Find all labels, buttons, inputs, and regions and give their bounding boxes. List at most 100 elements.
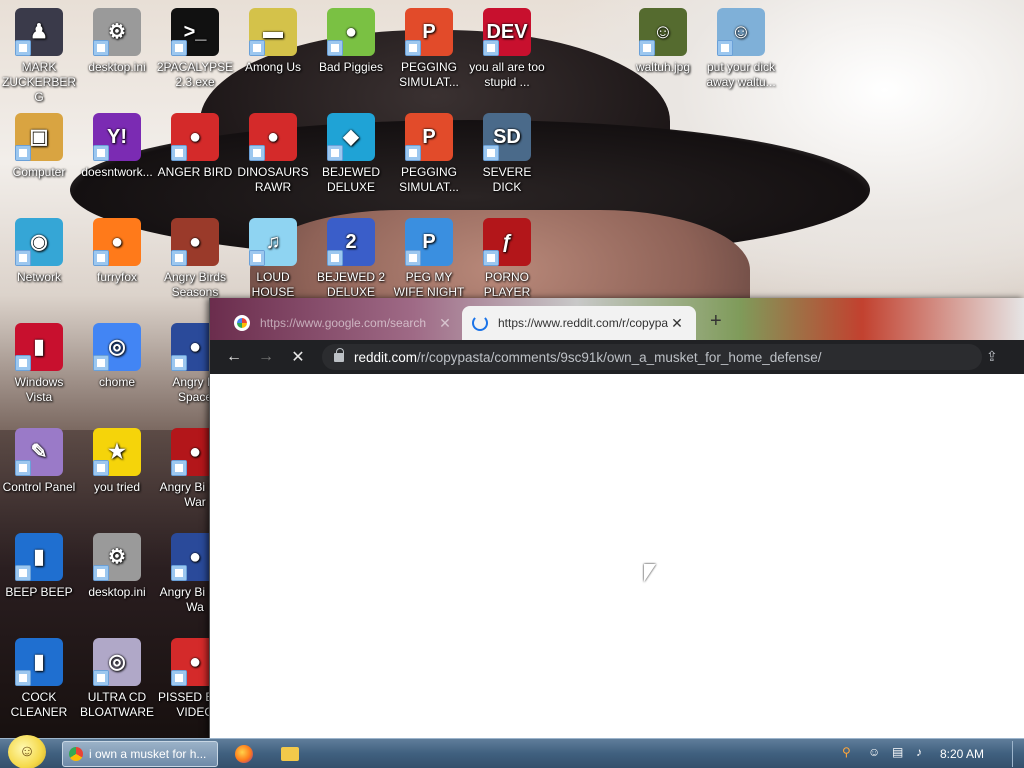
browser-toolbar: ← → ✕ reddit.com /r/copypasta/comments/9… <box>210 340 1024 374</box>
stop-loading-icon[interactable]: ✕ <box>282 341 314 373</box>
desktop-icon[interactable]: ★ you tried <box>78 428 156 495</box>
desktop-icon[interactable]: ◉ Network <box>0 218 78 285</box>
flash-icon: ƒ <box>483 218 531 266</box>
game-icon: ▬ <box>249 8 297 56</box>
back-arrow-icon[interactable]: ← <box>218 341 250 373</box>
desktop-icon-label: COCK CLEANER <box>10 690 68 719</box>
photo-icon: ☺ <box>639 8 687 56</box>
desktop-icon[interactable]: ♫ LOUD HOUSE <box>234 218 312 300</box>
desktop-icon-label: Among Us <box>244 60 302 74</box>
chrome-icon: ◎ <box>93 323 141 371</box>
network-tray-icon[interactable]: ▤ <box>892 745 903 759</box>
desktop-icon[interactable]: ⚙ desktop.ini <box>78 533 156 600</box>
forward-arrow-icon[interactable]: → <box>250 341 282 373</box>
desktop-icon-label: SEVERE DICK <box>482 165 532 194</box>
desktop-icon-label: MARK ZUCKERBERG <box>1 60 76 104</box>
tab-title: https://www.google.com/search <box>260 316 427 330</box>
firefox-icon <box>235 745 253 763</box>
desktop-icon[interactable]: ✎ Control Panel <box>0 428 78 495</box>
desktop-icon-label: Network <box>16 270 61 284</box>
desktop-icon[interactable]: ● DINOSAURS RAWR <box>234 113 312 195</box>
desktop-icon[interactable]: ☺ waltuh.jpg <box>624 8 702 75</box>
desktop-icon[interactable]: ♟ MARK ZUCKERBERG <box>0 8 78 105</box>
desktop-icon-label: chome <box>98 375 136 389</box>
desktop-icon-label: PEGGING SIMULAT... <box>399 165 459 194</box>
tab-google-search[interactable]: https://www.google.com/search ✕ <box>224 306 464 340</box>
google-favicon-icon <box>234 315 250 331</box>
desktop-icon[interactable]: P PEG MY WIFE NIGHT <box>390 218 468 300</box>
computer-icon: ▣ <box>15 113 63 161</box>
photo-icon: ☺ <box>717 8 765 56</box>
cd-icon: ◎ <box>93 638 141 686</box>
browser-window[interactable]: https://www.google.com/search ✕ https://… <box>209 298 1024 738</box>
tab-reddit[interactable]: https://www.reddit.com/r/copypa ✕ <box>462 306 696 340</box>
desktop-icon-label: you all are too stupid ... <box>469 60 545 89</box>
desktop-icon[interactable]: ƒ PORNO PLAYER <box>468 218 546 300</box>
smiley-tray-icon[interactable]: ☺ <box>868 745 880 759</box>
desktop-icon[interactable]: ⚙ desktop.ini <box>78 8 156 75</box>
gear-icon: SD <box>483 113 531 161</box>
desktop-icon[interactable]: Y! doesntwork... <box>78 113 156 180</box>
desktop-icon[interactable]: P PEGGING SIMULAT... <box>390 8 468 90</box>
desktop-icon-label: BEJEWED 2 DELUXE <box>316 270 385 299</box>
desktop-icon-label: ANGER BIRD <box>157 165 233 179</box>
yahoo-icon: Y! <box>93 113 141 161</box>
angry-bird-icon: ● <box>171 218 219 266</box>
star-icon: ★ <box>93 428 141 476</box>
desktop-icon[interactable]: ▮ Windows Vista <box>0 323 78 405</box>
p-logo-icon: P <box>405 8 453 56</box>
desktop-icon-label: Bad Piggies <box>318 60 384 74</box>
desktop-icon-label: ULTRA CD BLOATWARE <box>79 690 154 719</box>
clock[interactable]: 8:20 AM <box>940 747 984 761</box>
desktop-icon[interactable]: ▬ Among Us <box>234 8 312 75</box>
desktop-icon-label: doesntwork... <box>81 165 153 179</box>
desktop-icon-label: waltuh.jpg <box>635 60 691 74</box>
desktop-icon-label: Computer <box>12 165 66 179</box>
desktop-icon-label: Windows Vista <box>14 375 64 404</box>
desktop-icon[interactable]: ◆ BEJEWED DELUXE <box>312 113 390 195</box>
desktop-icon[interactable]: ● Bad Piggies <box>312 8 390 75</box>
desktop-icon[interactable]: ● furryfox <box>78 218 156 285</box>
taskbar: ☺ i own a musket for h... ⚲ ☺ ▤ ♪ 8:20 A… <box>0 735 1024 768</box>
desktop-icon[interactable]: ● ANGER BIRD <box>156 113 234 180</box>
desktop-icon[interactable]: ☺ put your dick away waltu... <box>702 8 780 90</box>
app-icon: ▮ <box>15 533 63 581</box>
desktop-icon[interactable]: ● Angry Birds Seasons <box>156 218 234 300</box>
desktop-icon-label: DINOSAURS RAWR <box>237 165 309 194</box>
desktop-icon[interactable]: ◎ ULTRA CD BLOATWARE <box>78 638 156 720</box>
page-content[interactable] <box>210 374 1024 738</box>
desktop-icon-label: furryfox <box>96 270 137 284</box>
desktop-icon[interactable]: ▮ BEEP BEEP <box>0 533 78 600</box>
tab-close-icon[interactable]: ✕ <box>668 315 686 332</box>
share-icon[interactable]: ⇪ <box>986 348 998 365</box>
search-icon[interactable]: ⚲ <box>842 745 851 759</box>
app-icon: ▮ <box>15 638 63 686</box>
settings-file-icon: ⚙ <box>93 8 141 56</box>
desktop-icon[interactable]: SD SEVERE DICK <box>468 113 546 195</box>
settings-file-icon: ⚙ <box>93 533 141 581</box>
taskbar-firefox-item[interactable] <box>230 741 258 767</box>
new-tab-button[interactable]: + <box>710 310 722 333</box>
desktop-icon[interactable]: 2 BEJEWED 2 DELUXE <box>312 218 390 300</box>
taskbar-explorer-item[interactable] <box>276 741 304 767</box>
desktop-icon[interactable]: ▮ COCK CLEANER <box>0 638 78 720</box>
desktop-icon[interactable]: ▣ Computer <box>0 113 78 180</box>
browser-tab-strip: https://www.google.com/search ✕ https://… <box>210 298 1024 340</box>
show-desktop-button[interactable] <box>1012 741 1022 767</box>
desktop-icon-label: you tried <box>93 480 141 494</box>
desktop-icon[interactable]: >_ 2PACALYPSE 2.3.exe <box>156 8 234 90</box>
folder-icon <box>281 747 299 761</box>
volume-icon[interactable]: ♪ <box>916 745 922 759</box>
address-bar[interactable]: reddit.com /r/copypasta/comments/9sc91k/… <box>322 344 982 370</box>
gem-icon: ◆ <box>327 113 375 161</box>
desktop-icon-label: BEJEWED DELUXE <box>321 165 380 194</box>
p-logo-icon: P <box>405 113 453 161</box>
tab-close-icon[interactable]: ✕ <box>436 315 454 332</box>
desktop-icon[interactable]: DEV you all are too stupid ... <box>468 8 546 90</box>
p-logo-icon: P <box>405 218 453 266</box>
start-button[interactable]: ☺ <box>8 735 46 768</box>
desktop-icon[interactable]: ◎ chome <box>78 323 156 390</box>
desktop-icon[interactable]: P PEGGING SIMULAT... <box>390 113 468 195</box>
terminal-icon: >_ <box>171 8 219 56</box>
taskbar-browser-item[interactable]: i own a musket for h... <box>62 741 218 767</box>
